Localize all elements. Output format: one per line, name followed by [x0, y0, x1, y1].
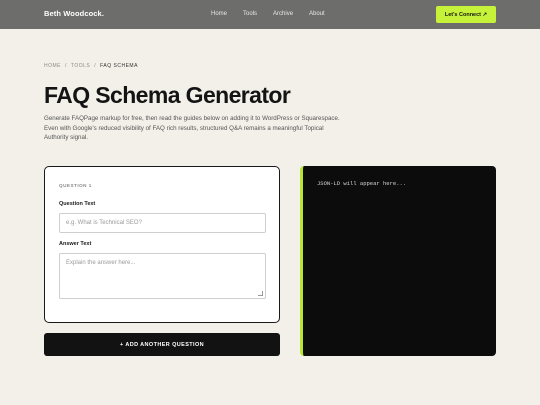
page-title: FAQ Schema Generator: [44, 82, 291, 108]
answer-text-input[interactable]: Explain the answer here...: [59, 253, 266, 299]
resize-handle-icon[interactable]: [258, 291, 263, 296]
json-ld-output-text: JSON-LD will appear here...: [317, 180, 407, 187]
add-question-button[interactable]: + ADD ANOTHER QUESTION: [44, 333, 280, 356]
top-nav: Beth Woodcock. Home Tools Archive About …: [0, 0, 540, 29]
answer-text-label: Answer Text: [59, 241, 92, 247]
question-number-label: QUESTION 1: [59, 183, 92, 188]
breadcrumb-current: FAQ SCHEMA: [100, 63, 138, 69]
question-text-input[interactable]: e.g. What is Technical SEO?: [59, 213, 266, 233]
question-placeholder: e.g. What is Technical SEO?: [66, 220, 142, 226]
question-card: QUESTION 1 Question Text e.g. What is Te…: [44, 166, 280, 323]
nav-menu: Home Tools Archive About: [211, 11, 341, 17]
answer-placeholder: Explain the answer here...: [66, 260, 136, 266]
nav-link-archive[interactable]: Archive: [273, 11, 293, 17]
lets-connect-button[interactable]: Let's Connect ↗: [436, 6, 496, 23]
breadcrumb-tools[interactable]: TOOLS: [71, 63, 90, 69]
breadcrumb-separator: /: [65, 63, 67, 69]
brand-logo[interactable]: Beth Woodcock.: [44, 9, 104, 18]
page-intro: Generate FAQPage markup for free, then r…: [44, 115, 340, 142]
breadcrumb-home[interactable]: HOME: [44, 63, 61, 69]
nav-link-tools[interactable]: Tools: [243, 11, 257, 17]
nav-link-home[interactable]: Home: [211, 11, 227, 17]
nav-link-about[interactable]: About: [309, 11, 325, 17]
question-text-label: Question Text: [59, 201, 96, 207]
json-ld-output-panel[interactable]: JSON-LD will appear here...: [300, 166, 496, 356]
breadcrumb: HOME / TOOLS / FAQ SCHEMA: [44, 63, 138, 69]
breadcrumb-separator: /: [94, 63, 97, 69]
